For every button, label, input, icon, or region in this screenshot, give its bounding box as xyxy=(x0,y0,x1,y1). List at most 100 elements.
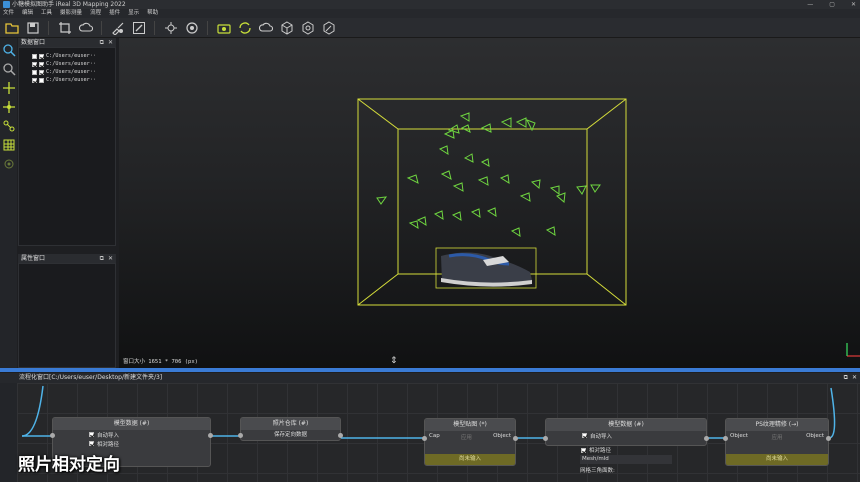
node-ps-texture[interactable]: PS纹理精修 (→) Object 应用 Object 尚未输入 xyxy=(723,418,831,466)
output-port[interactable] xyxy=(208,433,213,438)
target-icon[interactable] xyxy=(163,20,178,35)
float-icon[interactable]: ⧉ xyxy=(844,373,848,383)
cube-icon[interactable] xyxy=(279,20,294,35)
gear-icon[interactable] xyxy=(184,20,199,35)
tree-item-label: C:/Users/euser·· xyxy=(46,61,96,67)
splitter-handle-icon[interactable]: ⇕ xyxy=(390,356,398,366)
cube-edit-icon[interactable] xyxy=(321,20,336,35)
toolbar-separator xyxy=(207,20,208,35)
app-icon xyxy=(3,1,10,8)
input-port[interactable] xyxy=(543,436,548,441)
camera-sync-icon[interactable] xyxy=(237,20,252,35)
output-port[interactable] xyxy=(338,433,343,438)
flow-canvas[interactable]: 模型数据 (#) 自动导入 相对路径 照片仓库 (#) 保存定向数据 模型贴图 … xyxy=(17,383,860,482)
output-port[interactable] xyxy=(826,436,831,441)
cloud-upload-icon[interactable] xyxy=(258,20,273,35)
cube-refresh-icon[interactable] xyxy=(300,20,315,35)
checkbox[interactable] xyxy=(39,61,44,67)
camera-icon[interactable] xyxy=(216,20,231,35)
flow-divider[interactable] xyxy=(0,368,860,372)
minimize-button[interactable]: — xyxy=(807,0,813,9)
data-panel-header: 数据窗口 ⧉ ✕ xyxy=(18,38,116,47)
grid-icon[interactable] xyxy=(2,138,16,152)
apply-button[interactable]: 应用 xyxy=(771,433,782,441)
node-texture[interactable]: 模型贴图 (*) Cap 应用 Object 尚未输入 xyxy=(422,418,518,466)
add-point-icon[interactable] xyxy=(2,100,16,114)
relative-path-option-2[interactable]: 相对路径 xyxy=(581,446,611,454)
float-icon[interactable]: ⧉ xyxy=(100,254,104,263)
menu-file[interactable]: 文件 xyxy=(3,9,14,18)
option-label: 相对路径 xyxy=(589,448,612,454)
output-label: Object xyxy=(493,433,511,439)
checkbox[interactable] xyxy=(582,433,587,438)
checkbox[interactable] xyxy=(32,61,37,67)
save-orientation-button[interactable]: 保存定向数据 xyxy=(241,430,340,440)
crop-icon[interactable] xyxy=(57,20,72,35)
option-label: 相对路径 xyxy=(97,441,120,448)
checkbox[interactable] xyxy=(32,69,37,75)
tree-item[interactable]: C:/Users/euser·· xyxy=(19,52,115,60)
node-model-data-2[interactable]: 模型数据 (#) 自动导入 xyxy=(543,418,709,446)
menu-photogrammetry[interactable]: 摄影测量 xyxy=(60,9,82,18)
move-axis-icon[interactable] xyxy=(2,81,16,95)
menu-edit[interactable]: 编辑 xyxy=(22,9,33,18)
float-icon[interactable]: ⧉ xyxy=(100,38,104,47)
input-label: Object xyxy=(730,433,748,439)
graph-icon[interactable] xyxy=(2,119,16,133)
edit-icon[interactable] xyxy=(131,20,146,35)
property-panel-title: 属性窗口 xyxy=(21,255,46,262)
relative-path-option[interactable]: 相对路径 xyxy=(53,439,210,448)
tree-item[interactable]: C:/Users/euser·· xyxy=(19,60,115,68)
property-panel-header: 属性窗口 ⧉ ✕ xyxy=(18,254,116,263)
checkbox[interactable] xyxy=(89,432,94,437)
checkbox[interactable] xyxy=(89,441,94,446)
checkbox[interactable] xyxy=(39,53,44,59)
menu-process[interactable]: 流程 xyxy=(90,9,101,18)
output-port[interactable] xyxy=(704,436,709,441)
mesh-path-field[interactable]: Mesh/mld xyxy=(580,455,672,464)
close-icon[interactable]: ✕ xyxy=(108,254,113,263)
checkbox[interactable] xyxy=(32,53,37,59)
checkbox[interactable] xyxy=(39,69,44,75)
menu-tools[interactable]: 工具 xyxy=(41,9,52,18)
property-panel: 属性窗口 ⧉ ✕ xyxy=(18,254,116,368)
node-title: 照片仓库 (#) xyxy=(241,418,340,430)
zoom-region-icon[interactable] xyxy=(2,62,16,76)
input-port[interactable] xyxy=(422,436,427,441)
viewport-status: 窗口大小 1651 * 706 (px) xyxy=(123,359,198,365)
input-port[interactable] xyxy=(723,436,728,441)
auto-import-option[interactable]: 自动导入 xyxy=(53,430,210,439)
input-port[interactable] xyxy=(238,433,243,438)
save-icon[interactable] xyxy=(25,20,40,35)
open-folder-icon[interactable] xyxy=(4,20,19,35)
left-toolbar xyxy=(0,38,17,370)
close-icon[interactable]: ✕ xyxy=(852,373,857,383)
tree-item-label: C:/Users/euser·· xyxy=(46,77,96,83)
close-button[interactable]: ✕ xyxy=(851,0,856,9)
tree-item[interactable]: C:/Users/euser·· xyxy=(19,68,115,76)
3d-viewport[interactable]: 窗口大小 1651 * 706 (px) xyxy=(119,38,860,368)
output-label: Object xyxy=(806,433,824,439)
checkbox[interactable] xyxy=(39,77,44,83)
zoom-icon[interactable] xyxy=(2,43,16,57)
checkbox[interactable] xyxy=(581,447,586,453)
menu-help[interactable]: 帮助 xyxy=(147,9,158,18)
node-photo-store[interactable]: 照片仓库 (#) 保存定向数据 xyxy=(238,417,343,441)
cloud-icon[interactable] xyxy=(78,20,93,35)
input-port[interactable] xyxy=(50,433,55,438)
paint-icon[interactable] xyxy=(110,20,125,35)
menu-plugins[interactable]: 插件 xyxy=(109,9,120,18)
apply-button[interactable]: 应用 xyxy=(461,433,472,441)
tree-item[interactable]: C:/Users/euser·· xyxy=(19,76,115,84)
maximize-button[interactable]: ▢ xyxy=(829,0,835,9)
flow-window-title: 流程化窗口[C:/Users/euser/Desktop/新建文件夹/3] xyxy=(19,374,163,381)
target-dot-icon[interactable] xyxy=(2,157,16,171)
node-status: 尚未输入 xyxy=(726,454,828,465)
menu-display[interactable]: 显示 xyxy=(128,9,139,18)
data-tree: C:/Users/euser·· C:/Users/euser·· C:/Use… xyxy=(18,47,116,246)
camera-frustums xyxy=(376,112,601,237)
output-port[interactable] xyxy=(513,436,518,441)
close-icon[interactable]: ✕ xyxy=(108,38,113,47)
auto-import-option[interactable]: 自动导入 xyxy=(546,431,706,440)
checkbox[interactable] xyxy=(32,77,37,83)
